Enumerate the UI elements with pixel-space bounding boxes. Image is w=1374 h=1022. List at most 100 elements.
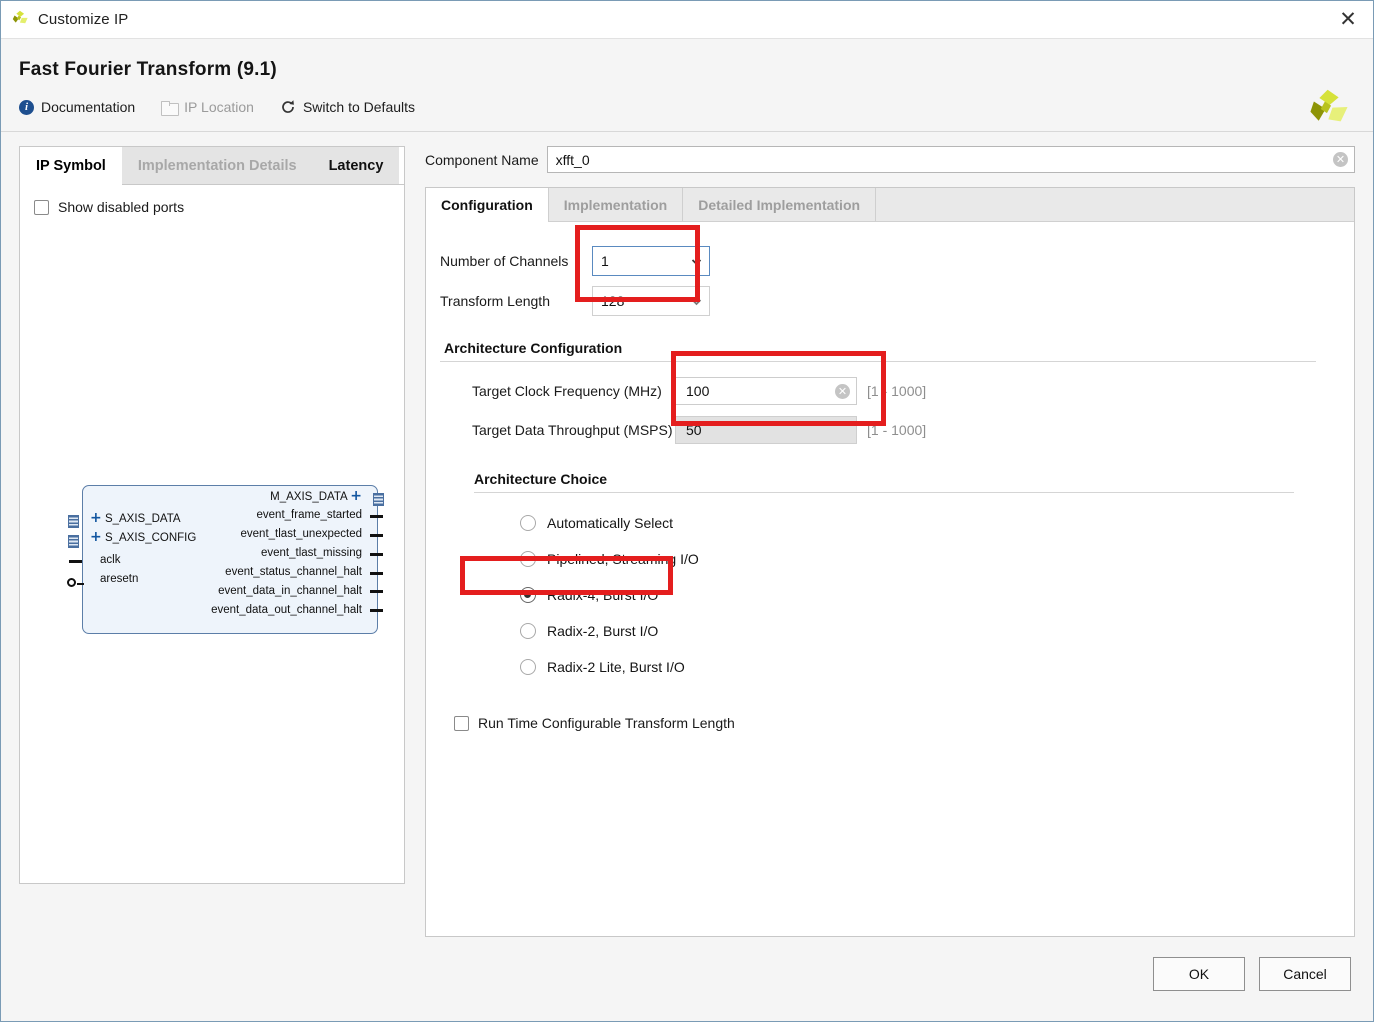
xilinx-brand-logo (1307, 87, 1351, 134)
ok-button[interactable]: OK (1153, 957, 1245, 991)
target-data-throughput-field (675, 416, 857, 444)
expand-plus-icon[interactable]: + (350, 488, 362, 504)
run-time-configurable-checkbox[interactable] (454, 715, 469, 731)
pin-connector-aresetn-icon (67, 578, 84, 587)
radio-label: Radix-2 Lite, Burst I/O (547, 659, 685, 675)
left-tabstrip: IP Symbol Implementation Details Latency (20, 147, 404, 185)
radio-button-icon[interactable] (520, 515, 536, 531)
target-data-throughput-range: [1 - 1000] (867, 422, 927, 438)
transform-length-value: 128 (601, 293, 625, 309)
run-time-configurable-row[interactable]: Run Time Configurable Transform Length (454, 715, 1334, 731)
tab-latency[interactable]: Latency (313, 147, 400, 184)
pin-connector-event-data-in-channel-halt-icon (370, 590, 383, 593)
radio-radix-2-burst-io[interactable]: Radix-2, Burst I/O (520, 613, 1334, 649)
target-clock-frequency-label: Target Clock Frequency (MHz) (472, 383, 662, 399)
bus-connector-s-axis-data-icon (68, 515, 79, 528)
target-clock-frequency-input[interactable] (684, 382, 831, 400)
info-icon: i (19, 99, 34, 115)
number-of-channels-label: Number of Channels (440, 253, 569, 269)
radio-button-icon[interactable] (520, 659, 536, 675)
pin-connector-event-frame-started-icon (370, 515, 383, 518)
tab-detailed-implementation[interactable]: Detailed Implementation (683, 188, 877, 221)
architecture-choice-divider (474, 492, 1294, 493)
run-time-configurable-label: Run Time Configurable Transform Length (478, 715, 735, 731)
configuration-panel: Component Name ✕ Configuration Implement… (425, 146, 1355, 937)
radio-button-icon[interactable] (520, 587, 536, 603)
port-label: S_AXIS_DATA (104, 513, 181, 525)
documentation-button[interactable]: i Documentation (19, 99, 135, 115)
clear-icon[interactable]: ✕ (1333, 152, 1348, 167)
target-clock-frequency-row: Target Clock Frequency (MHz) ✕ [1 - 1000… (440, 374, 1334, 408)
header-toolbar: i Documentation IP Location Switch to De… (1, 81, 1373, 131)
expand-plus-icon[interactable]: + (90, 529, 102, 545)
pin-connector-event-status-channel-halt-icon (370, 572, 383, 575)
tab-ip-symbol[interactable]: IP Symbol (20, 147, 122, 185)
target-data-throughput-row: Target Data Throughput (MSPS) [1 - 1000] (440, 413, 1334, 447)
folder-icon (161, 100, 180, 116)
switch-to-defaults-button[interactable]: Switch to Defaults (280, 99, 415, 115)
dialog-footer: OK Cancel (1, 937, 1373, 1021)
radio-label: Radix-4, Burst I/O (547, 587, 659, 603)
component-name-input[interactable] (553, 150, 1333, 169)
xilinx-logo-icon (11, 9, 30, 31)
clear-icon[interactable]: ✕ (835, 383, 850, 399)
transform-length-row: Transform Length 128 (440, 284, 1334, 318)
radio-radix-2-lite-burst-io[interactable]: Radix-2 Lite, Burst I/O (520, 649, 1334, 685)
transform-length-select[interactable]: 128 (592, 286, 710, 316)
pin-connector-event-tlast-missing-icon (370, 553, 383, 556)
number-of-channels-select[interactable]: 1 (592, 246, 710, 276)
architecture-choice-group: Automatically Select Pipelined, Streamin… (440, 505, 1334, 685)
chevron-down-icon (690, 255, 703, 268)
architecture-configuration-heading: Architecture Configuration (444, 340, 623, 356)
architecture-choice-heading: Architecture Choice (474, 471, 608, 487)
port-s-axis-data: + S_AXIS_DATA (90, 511, 181, 525)
tab-implementation[interactable]: Implementation (549, 188, 684, 221)
port-label: S_AXIS_CONFIG (104, 532, 197, 544)
component-name-row: Component Name ✕ (425, 146, 1355, 173)
component-name-field[interactable]: ✕ (546, 146, 1355, 173)
configuration-card: Configuration Implementation Detailed Im… (425, 187, 1355, 937)
number-of-channels-value: 1 (601, 253, 609, 269)
expand-plus-icon[interactable]: + (90, 510, 102, 526)
ip-symbol-panel: IP Symbol Implementation Details Latency… (19, 146, 405, 884)
target-clock-frequency-range: [1 - 1000] (867, 383, 927, 399)
bus-connector-m-axis-data-icon (373, 493, 384, 506)
component-name-label: Component Name (425, 151, 539, 168)
tab-configuration[interactable]: Configuration (426, 188, 549, 222)
tab-implementation-details[interactable]: Implementation Details (122, 147, 313, 184)
show-disabled-ports-row[interactable]: Show disabled ports (34, 199, 404, 215)
cancel-button[interactable]: Cancel (1259, 957, 1351, 991)
refresh-icon (280, 99, 296, 115)
target-clock-frequency-field[interactable]: ✕ (675, 377, 857, 405)
radio-button-icon[interactable] (520, 623, 536, 639)
port-event-data-out-channel-halt: event_data_out_channel_halt (211, 604, 362, 616)
target-data-throughput-label: Target Data Throughput (MSPS) (472, 422, 673, 438)
ip-symbol-content: Show disabled ports + S_AXIS_DATA + S_AX… (20, 185, 404, 883)
port-s-axis-config: + S_AXIS_CONFIG (90, 530, 196, 544)
port-event-tlast-missing: event_tlast_missing (261, 547, 362, 559)
ip-location-label: IP Location (184, 99, 254, 115)
config-tabstrip: Configuration Implementation Detailed Im… (426, 188, 1354, 222)
documentation-label: Documentation (41, 99, 136, 115)
radio-label: Radix-2, Burst I/O (547, 623, 659, 639)
close-icon[interactable]: ✕ (1329, 5, 1367, 35)
bus-connector-s-axis-config-icon (68, 535, 79, 548)
port-event-tlast-unexpected: event_tlast_unexpected (240, 528, 362, 540)
target-data-throughput-input (684, 421, 850, 439)
port-event-frame-started: event_frame_started (256, 509, 362, 521)
show-disabled-ports-checkbox[interactable] (34, 199, 49, 215)
ip-symbol-diagram: + S_AXIS_DATA + S_AXIS_CONFIG aclk arese… (66, 485, 386, 635)
dialog-body: IP Symbol Implementation Details Latency… (1, 132, 1373, 937)
radio-radix-4-burst-io[interactable]: Radix-4, Burst I/O (520, 577, 1334, 613)
radio-automatically-select[interactable]: Automatically Select (520, 505, 1334, 541)
show-disabled-ports-label: Show disabled ports (58, 199, 185, 215)
switch-to-defaults-label: Switch to Defaults (302, 99, 416, 115)
ip-location-button[interactable]: IP Location (161, 99, 254, 116)
architecture-configuration-divider (440, 361, 1316, 362)
left-tabstrip-filler (399, 147, 404, 184)
port-m-axis-data: M_AXIS_DATA + (270, 489, 362, 503)
radio-pipelined-streaming-io[interactable]: Pipelined, Streaming I/O (520, 541, 1334, 577)
port-event-status-channel-halt: event_status_channel_halt (225, 566, 362, 578)
radio-button-icon[interactable] (520, 551, 536, 567)
pin-connector-aclk-icon (69, 560, 82, 563)
